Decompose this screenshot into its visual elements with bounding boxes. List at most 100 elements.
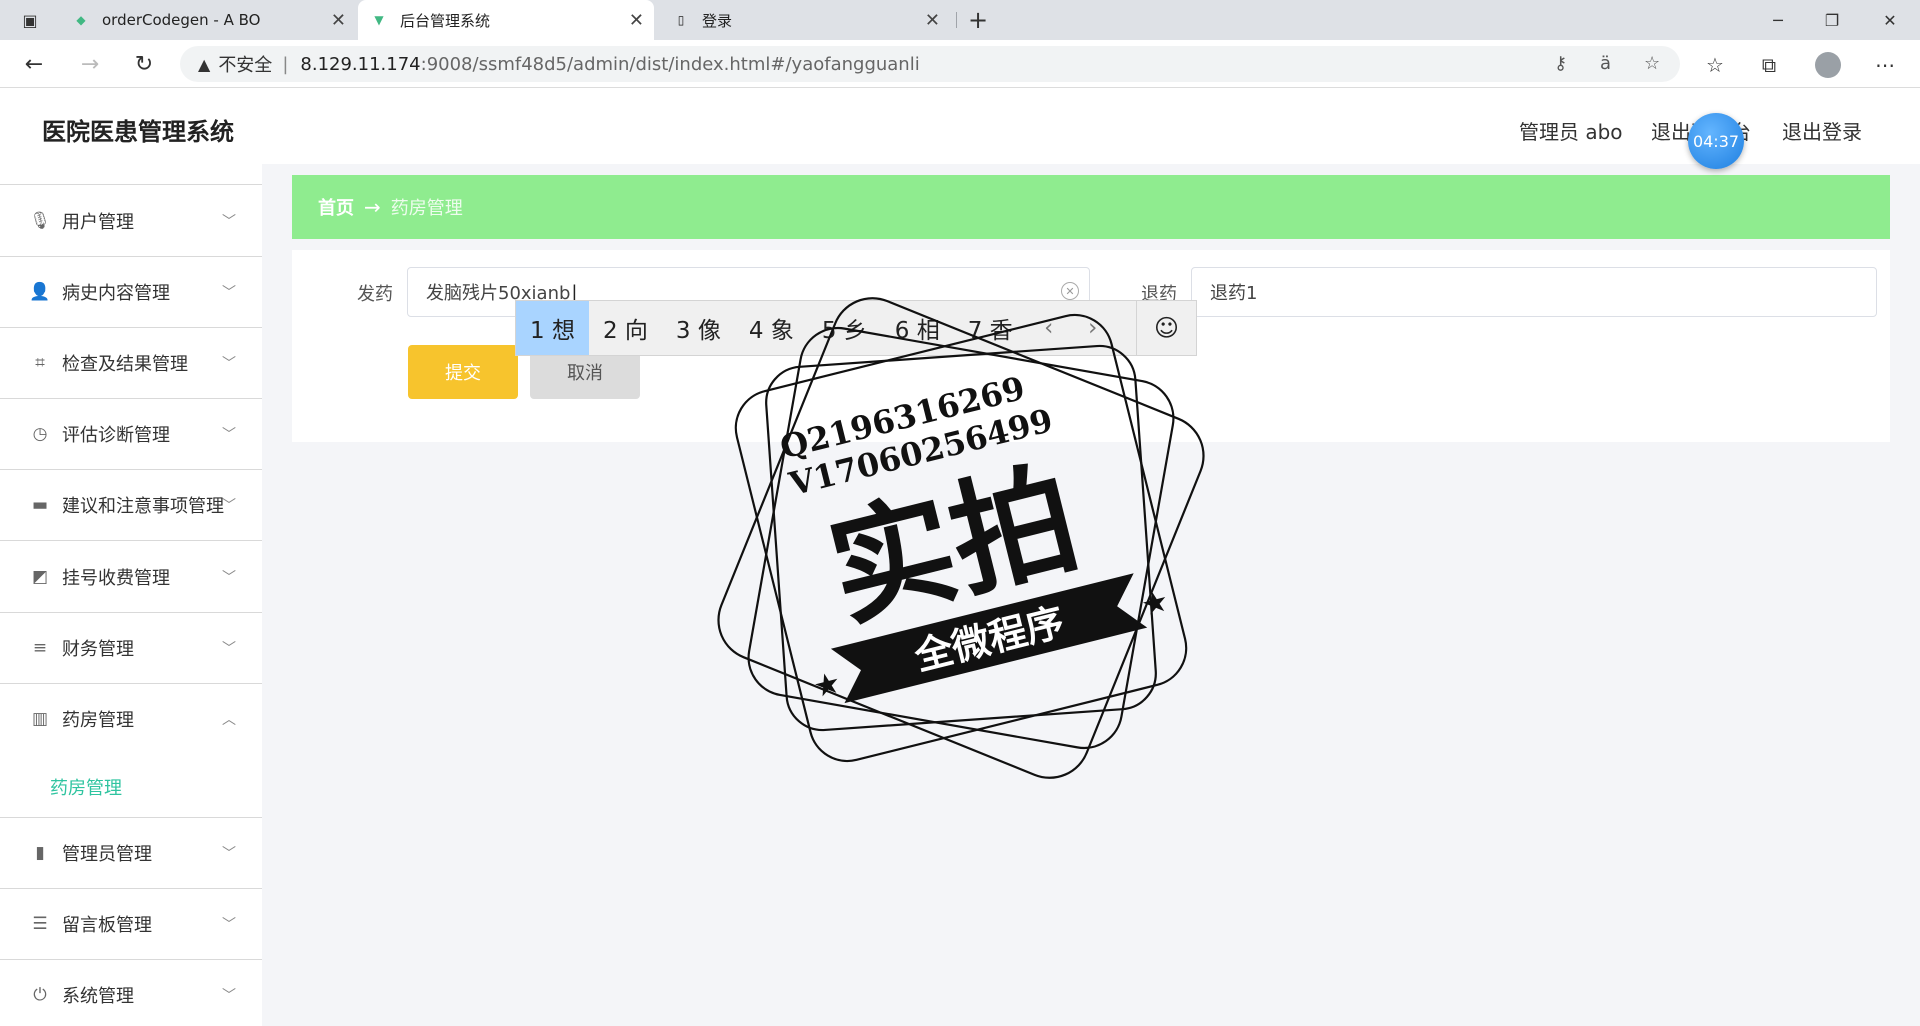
read-aloud-icon[interactable]: ä [1600,53,1611,74]
tab-separator [956,12,957,28]
chevron-down-icon: ﹀ [222,498,236,514]
close-window-icon[interactable]: ✕ [1870,0,1910,40]
return-value: 退药1 [1210,283,1258,304]
breadcrumb-arrow: → [364,195,381,219]
user-icon: 👤 [29,282,51,302]
star-icon: ★ [810,665,845,705]
url-host: 8.129.11.174 [300,53,421,75]
sidebar-item-messages[interactable]: ☰ 留言板管理 ﹀ [0,889,262,959]
close-tab-icon[interactable]: ✕ [331,10,346,31]
crop-icon: ⌗ [35,353,45,373]
tab-actions-icon[interactable]: ▣ [10,0,50,40]
sidebar-item-diagnosis[interactable]: ◷ 评估诊断管理 ﹀ [0,399,262,469]
sliders-icon: ☰ [32,914,48,934]
chevron-down-icon: ﹀ [222,356,236,372]
sidebar-item-finance[interactable]: ≡ 财务管理 ﹀ [0,613,262,683]
ime-prev-icon[interactable]: ‹ [1027,315,1071,341]
address-bar: ← → ↻ ▲ 不安全 | 8.129.11.174 :9008/ssmf48d… [0,40,1920,88]
clear-icon[interactable]: ✕ [1061,282,1079,300]
vue-icon: ◆ [76,13,86,27]
building-icon: ▥ [31,709,49,729]
ime-candidate[interactable]: 3 像 [662,301,735,355]
timer-badge[interactable]: 04:37 [1688,113,1744,169]
tab-title: orderCodegen - A BO [102,11,261,29]
warning-icon: ▲ [198,54,211,74]
sidebar-item-label: 检查及结果管理 [62,354,188,375]
close-tab-icon[interactable]: ✕ [629,10,644,31]
chevron-down-icon: ﹀ [222,427,236,443]
favorite-add-icon[interactable]: ☆ [1644,53,1660,74]
reload-icon[interactable]: ↻ [128,48,160,80]
watermark-banner-text: 全微程序 [909,599,1068,679]
chevron-down-icon: ﹀ [222,570,236,586]
ime-candidate[interactable]: 4 象 [735,301,808,355]
minimize-icon[interactable]: ─ [1758,0,1798,40]
sidebar-divider [0,184,262,185]
emoji-icon[interactable]: ☺ [1136,301,1196,355]
tab-admin[interactable]: ▼ 后台管理系统 ✕ [358,0,654,40]
page-icon: ▯ [677,13,685,27]
sidebar-item-exams[interactable]: ⌗ 检查及结果管理 ﹀ [0,328,262,398]
sidebar-item-history[interactable]: 👤 病史内容管理 ﹀ [0,257,262,327]
sidebar-item-registration[interactable]: ◩ 挂号收费管理 ﹀ [0,542,262,612]
chevron-down-icon: ﹀ [222,917,236,933]
profile-avatar[interactable] [1815,52,1841,78]
sidebar-item-label: 用户管理 [62,212,134,233]
return-input[interactable]: 退药1 [1191,267,1877,317]
ime-candidate[interactable]: 2 向 [589,301,662,355]
sidebar-item-admins[interactable]: ▮ 管理员管理 ﹀ [0,818,262,888]
restore-icon[interactable]: ❐ [1812,0,1852,40]
ime-candidate[interactable]: 5 乡 [808,301,881,355]
power-icon: ⏻ [33,985,47,1005]
watermark-big-text: 实拍 [816,446,1091,646]
logout-link[interactable]: 退出登录 [1782,116,1862,145]
app-title: 医院医患管理系统 [42,118,234,146]
tab-title: 登录 [702,11,733,30]
sidebar-item-advice[interactable]: ▬ 建议和注意事项管理 ﹀ [0,470,262,540]
tab-ordercodegen[interactable]: ◆ orderCodegen - A BO ✕ [60,0,356,40]
mic-icon: 🎙 [29,211,51,231]
star-icon: ★ [1138,583,1173,623]
breadcrumb-home[interactable]: 首页 [318,194,354,220]
tab-title: 后台管理系统 [400,11,491,30]
sidebar-item-label: 病史内容管理 [62,283,170,304]
sidebar-item-system[interactable]: ⏻ 系统管理 ﹀ [0,960,262,1026]
back-icon[interactable]: ← [18,48,50,80]
key-icon[interactable]: ⚷ [1554,53,1567,74]
tab-login[interactable]: ▯ 登录 ✕ [660,0,950,40]
ime-candidate[interactable]: 1 想 [516,301,589,355]
new-tab-icon[interactable]: + [958,0,998,40]
url-path: :9008/ssmf48d5/admin/dist/index.html#/ya… [420,53,920,75]
ime-candidate[interactable]: 7 香 [954,301,1027,355]
sidebar-item-pharmacy[interactable]: ▥ 药房管理 ︿ [0,684,262,754]
url-divider: | [282,53,289,75]
sidebar-item-users[interactable]: 🎙 用户管理 ﹀ [0,186,262,256]
chevron-up-icon: ︿ [222,712,236,728]
vue-icon: ▼ [374,13,384,27]
briefcase-icon: ▬ [31,495,49,515]
favorites-icon[interactable]: ☆ [1700,50,1730,80]
url-field[interactable]: ▲ 不安全 | 8.129.11.174 :9008/ssmf48d5/admi… [180,46,1680,82]
sidebar-item-label: 药房管理 [62,710,134,731]
ime-candidate[interactable]: 6 相 [881,301,954,355]
ime-next-icon[interactable]: › [1071,315,1115,341]
clock-icon: ◷ [32,424,48,444]
sidebar-item-label: 留言板管理 [62,915,152,936]
chevron-down-icon: ﹀ [222,285,236,301]
sidebar-item-label: 评估诊断管理 [62,425,170,446]
watermark-banner [830,573,1148,704]
security-label: 不安全 [218,55,273,76]
dispense-label: 发药 [357,284,393,305]
sidebar-subitem-pharmacy[interactable]: 药房管理 [50,774,122,800]
sidebar: 🎙 用户管理 ﹀ 👤 病史内容管理 ﹀ ⌗ 检查及结果管理 ﹀ ◷ 评估诊断管理… [0,164,262,1026]
menu-icon: ≡ [32,638,48,658]
collections-icon[interactable]: ⧉ [1754,50,1784,80]
submit-button[interactable]: 提交 [408,345,518,399]
more-icon[interactable]: ⋯ [1870,50,1900,80]
close-tab-icon[interactable]: ✕ [925,10,940,31]
sidebar-item-label: 财务管理 [62,639,134,660]
chevron-down-icon: ﹀ [222,846,236,862]
sidebar-item-label: 系统管理 [62,986,134,1007]
forward-icon[interactable]: → [74,48,106,80]
chevron-down-icon: ﹀ [222,988,236,1004]
